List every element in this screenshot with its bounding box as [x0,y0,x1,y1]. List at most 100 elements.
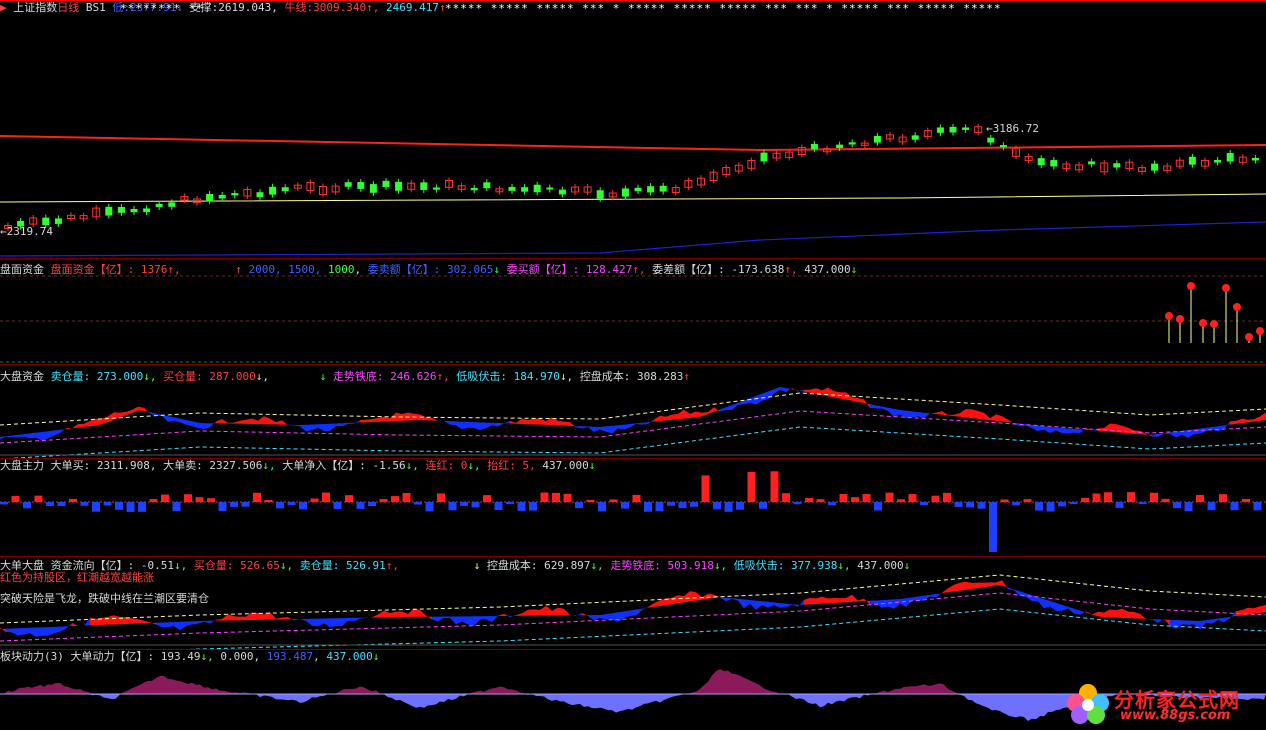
zhuli-bar [1012,502,1020,506]
dadan-flow-segment [726,597,732,602]
site-logo[interactable]: 分析家公式网 www.88gs.com [1060,682,1260,726]
dapan-flow-segment [1146,433,1152,437]
dapan-flow-segment [660,415,666,421]
dapan-flow-segment [1038,425,1044,431]
zhuli-bar [195,497,204,502]
dapan-sell: 卖仓量: 273.000 [50,370,144,383]
dadan-flow-segment [138,619,144,624]
dadan-flow-segment [570,615,576,616]
dadan-sell: 卖仓量: 526.91 [299,559,386,572]
kline-chart [0,0,1266,257]
dadan-flow-segment [114,615,120,625]
zhuli-bar [1138,502,1147,505]
dapan-flow-segment [18,434,24,438]
bankuai-panel[interactable]: 板块动力(3) 大单动力【亿】: 193.49↓, 0.000, 193.487… [0,650,1266,730]
candle-body [596,190,604,199]
dapan-flow-segment [294,424,300,427]
candle-body [621,188,629,197]
pan-panel[interactable]: 盘面资金 盘面资金【亿】: 1376↑, ↑ 2000, 1500, 1000,… [0,259,1266,364]
dapan-header: 大盘资金 卖仓量: 273.000↓, 买仓量: 287.000↓, ↓ 走势铁… [0,370,691,383]
dapan-flow-segment [486,422,492,429]
zhuli-name[interactable]: 大盘主力 [0,459,44,472]
zhuli-bar [770,471,779,502]
dapan-flow-segment [630,423,636,428]
zhuli-bar [1230,502,1239,511]
dapan-flow-segment [1056,427,1062,434]
period-label[interactable]: 日线 [57,1,79,14]
zhuli-bar [230,502,238,507]
dadan-flow-segment [324,618,330,628]
dadan-flow-segment [156,622,162,628]
dapan-flow-segment [948,414,954,417]
pan-name[interactable]: 盘面资金 [0,263,44,276]
zhuli-bar [460,502,468,506]
dadan-panel[interactable]: 大单大盘 资金流向【亿】: -0.51↓, 买仓量: 526.65↓, 卖仓量:… [0,557,1266,649]
pan-dot [1245,333,1253,341]
dapan-flow-segment [270,418,276,425]
dadan-flow-segment [774,602,780,608]
bankuai-name[interactable]: 板块动力(3) [0,650,64,663]
dadan-ambush: 低吸伏击: 377.938 [733,559,838,572]
zhuli-big-sell: 大单卖: 2327.506 [163,459,263,472]
dapan-panel[interactable]: 大盘资金 卖仓量: 273.000↓, 买仓量: 287.000↓, ↓ 走势铁… [0,365,1266,458]
zhuli-bar [736,502,744,510]
bankuai-extra: 437.000 [326,650,373,663]
dapan-flow-segment [690,411,696,418]
dapan-flow-segment [726,405,732,410]
dadan-buy: 买仓量: 526.65 [193,559,280,572]
dadan-flow-segment [216,619,222,621]
zhuli-bar [80,502,89,506]
dadan-flow-segment [66,623,72,629]
low-price-marker: ←2319.74 [0,225,53,238]
zhuli-bar [1069,502,1078,505]
dadan-flow-segment [618,611,624,623]
dadan-flow-segment [1152,619,1158,623]
dadan-flow-segment [444,616,450,618]
logo-url: www.88gs.com [1120,708,1231,723]
support-line [0,193,1266,203]
candle-body [987,137,995,143]
dadan-flow-segment [930,593,936,598]
zhuli-bar [391,496,399,502]
index-title[interactable]: 上证指数 [13,1,57,14]
dadan-flow-segment [336,618,342,627]
dapan-flow-segment [792,388,798,392]
dadan-flow-segment [612,612,618,623]
candle-body [483,182,491,189]
dapan-flow-segment [252,418,258,425]
dapan-flow-segment [1050,427,1056,433]
dapan-flow-segment [648,419,654,425]
dapan-flow-segment [408,412,414,421]
dapan-flow-segment [576,426,582,429]
dapan-flow-segment [12,434,18,438]
dadan-flow-segment [204,620,210,624]
dadan-flow-segment [1260,604,1266,613]
zhuli-bar [1242,498,1250,502]
dadan-flow-segment [1158,618,1164,623]
zhuli-bar [1058,502,1066,507]
dadan-flow-segment [222,614,228,621]
dadan-note-2: 突破天险是飞龙，跌破中线在兰潮区要清仓 [0,592,209,605]
zhuli-bar [517,502,526,511]
zhuli-bar [966,502,974,508]
dapan-flow-segment [804,389,810,393]
dapan-name[interactable]: 大盘资金 [0,370,44,383]
dadan-flow-segment [786,603,792,608]
kline-panel[interactable]: ▶ 上证指数日线 BS1 低:2377.91↓ 支撑:2619.043, 牛线:… [0,0,1266,258]
zhuli-panel[interactable]: 大盘主力 大单买: 2311.908, 大单卖: 2327.506↓, 大单净入… [0,459,1266,556]
dadan-flow-segment [426,615,432,620]
zhuli-bar [644,502,652,512]
dapan-flow-segment [66,428,72,430]
dadan-flow-segment [732,598,738,601]
dadan-flow-segment [162,622,168,628]
dapan-flow-segment [288,424,294,426]
dapan-flow-segment [588,426,594,432]
dapan-flow-segment [144,407,150,414]
dapan-flow-segment [198,422,204,430]
dadan-flow-segment [24,627,30,635]
dadan-flow-segment [1002,580,1008,589]
dapan-flow-segment [798,389,804,392]
dapan-flow-segment [888,407,894,418]
dapan-flow-segment [1218,425,1224,432]
dapan-flow-segment [990,414,996,421]
